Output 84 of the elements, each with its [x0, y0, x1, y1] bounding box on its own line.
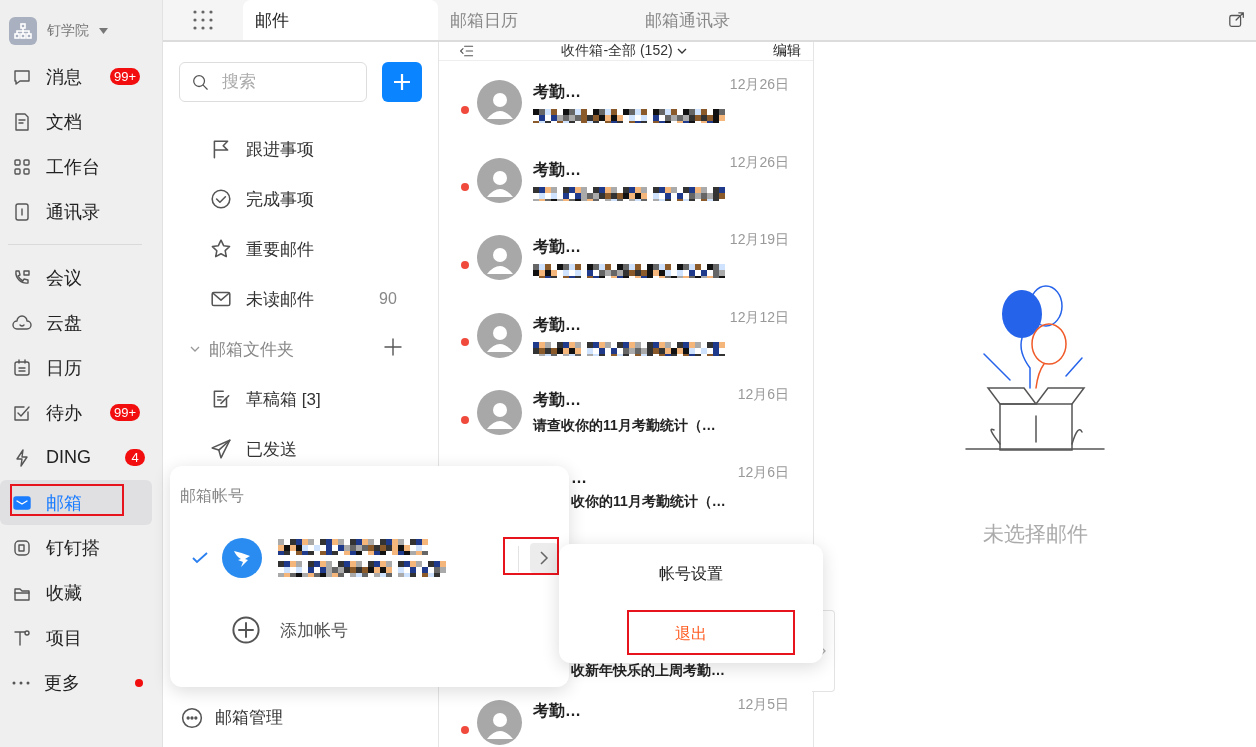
folder-item[interactable]: 跟进事项 — [163, 124, 438, 174]
folder-item[interactable]: 已发送 — [163, 424, 438, 474]
sidebar-item[interactable]: 文档 — [0, 99, 152, 144]
mail-row[interactable]: 考勤… 请查收你的11月考勤统计（… 12月6日 — [439, 374, 813, 452]
more-circle-icon — [181, 706, 203, 729]
avatar — [477, 235, 522, 281]
document-icon — [12, 111, 32, 132]
more-icon — [12, 680, 30, 685]
mail-date: 12月26日 — [729, 76, 789, 94]
sidebar-item[interactable]: 云盘 — [0, 300, 152, 345]
sidebar-item[interactable]: 待办 99+ — [0, 390, 152, 435]
check-circle-icon — [210, 188, 232, 210]
count-badge: 99+ — [110, 68, 141, 85]
mail-subject: 收你的11月考勤统计（… — [571, 493, 727, 511]
account-avatar — [222, 538, 262, 578]
sidebar-item[interactable]: 工作台 — [0, 144, 152, 189]
mail-date: 12月6日 — [737, 386, 789, 404]
app-grid-icon[interactable] — [193, 10, 213, 30]
avatar — [477, 157, 522, 203]
unread-count: 90 — [379, 290, 397, 308]
mail-row[interactable]: 考勤… 12月19日 — [439, 219, 813, 297]
add-account-button[interactable]: 添加帐号 — [232, 616, 348, 644]
mail-row[interactable]: 考勤… 12月26日 — [439, 141, 813, 219]
tab[interactable]: 邮件 — [243, 0, 438, 40]
sidebar-item[interactable]: 钉钉搭 — [0, 525, 152, 570]
count-badge: 99+ — [110, 404, 141, 421]
mailbox-dropdown[interactable]: 收件箱-全部 (152) — [475, 42, 773, 60]
chevron-down-icon — [676, 47, 687, 55]
mail-row[interactable]: 考勤… 12月12日 — [439, 296, 813, 374]
mail-date: 12月12日 — [729, 308, 789, 327]
sidebar-item[interactable]: 日历 — [0, 345, 152, 390]
popup-title: 邮箱帐号 — [180, 486, 244, 506]
avatar — [477, 390, 522, 436]
edit-link[interactable]: 编辑 — [773, 42, 801, 60]
mail-row[interactable]: 考勤… 12月5日 — [439, 684, 813, 747]
chevron-icon — [539, 550, 549, 566]
collapse-list-icon — [459, 43, 475, 59]
mail-subject: 请查收你的11月考勤统计（… — [533, 417, 717, 436]
checkmark-icon — [192, 552, 208, 564]
calendar-icon — [12, 357, 32, 378]
mail-subject: 收新年快乐的上周考勤… — [571, 662, 726, 680]
search-field[interactable]: 搜索 — [179, 62, 367, 102]
send-icon — [210, 438, 232, 460]
account-options-button[interactable] — [530, 543, 558, 573]
folder-item[interactable]: 未读邮件 90 — [163, 274, 438, 324]
sidebar-item[interactable]: DING 4 — [0, 435, 152, 480]
avatar — [477, 80, 522, 126]
external-window-icon — [1228, 11, 1246, 29]
mail-date: 12月19日 — [729, 231, 789, 249]
org-name[interactable]: 钉学院 — [47, 22, 89, 40]
empty-state-text: 未选择邮件 — [982, 521, 1088, 547]
folder-item[interactable]: 完成事项 — [163, 174, 438, 224]
plus-circle-icon — [232, 616, 260, 644]
count-badge: 4 — [125, 449, 145, 466]
branch-icon — [12, 627, 32, 648]
sidebar-item[interactable]: 更多 — [0, 660, 152, 705]
mail-date: 12月6日 — [737, 463, 789, 482]
avatar — [477, 312, 522, 358]
grid-icon — [12, 156, 32, 177]
sidebar-item[interactable]: 通讯录 — [0, 189, 152, 234]
compose-button[interactable] — [382, 62, 422, 102]
plus-icon — [383, 337, 403, 357]
account-row[interactable] — [192, 538, 446, 578]
menu-item[interactable]: 帐号设置 — [559, 544, 823, 604]
mail-date: 12月26日 — [729, 153, 789, 172]
star-icon — [210, 238, 232, 260]
mail-row[interactable]: 考勤… 12月26日 — [439, 64, 813, 142]
sidebar-item[interactable]: 项目 — [0, 615, 152, 660]
mail-date: 12月5日 — [737, 696, 789, 714]
mail-sender: … — [571, 469, 588, 487]
search-icon — [191, 73, 209, 91]
org-chart-icon — [9, 17, 37, 45]
mailbox-manage-item[interactable]: 邮箱管理 — [181, 706, 283, 729]
folder-item[interactable]: 重要邮件 — [163, 224, 438, 274]
folder-item[interactable]: 草稿箱 [3] — [163, 374, 438, 424]
sidebar-item[interactable]: 消息 99+ — [0, 54, 152, 99]
cloud-icon — [12, 312, 32, 333]
folder-section-header[interactable]: 邮箱文件夹 — [163, 324, 438, 374]
sidebar-item[interactable]: 收藏 — [0, 570, 152, 615]
plus-icon — [392, 72, 412, 92]
contacts-icon — [12, 201, 32, 222]
caret-icon — [99, 28, 108, 34]
square-logo-icon — [12, 537, 32, 558]
sidebar-item[interactable]: 会议 — [0, 255, 152, 300]
